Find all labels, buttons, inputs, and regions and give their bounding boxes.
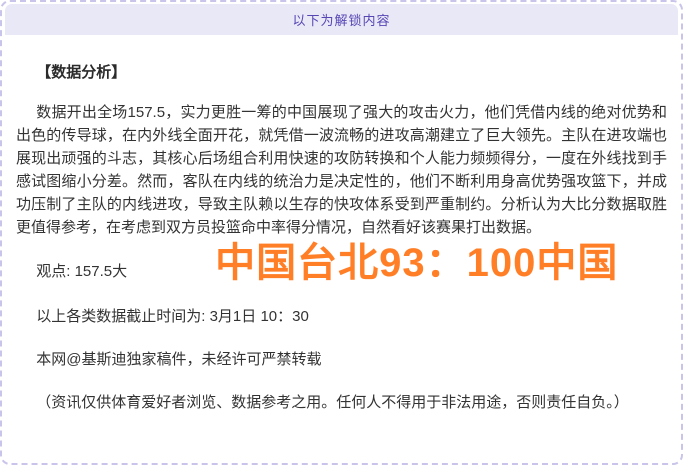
score-highlight: 中国台北93：100中国 [215,243,618,283]
viewpoint-row: 观点: 157.5大 中国台北93：100中国 [16,243,667,292]
unlock-banner: 以下为解锁内容 [5,4,678,35]
article-content: 【数据分析】 数据开出全场157.5，实力更胜一筹的中国展现了强大的攻击火力，他… [2,61,681,414]
unlock-banner-label: 以下为解锁内容 [292,10,390,29]
section-title: 【数据分析】 [16,61,667,84]
copyright-text: 本网@基斯迪独家稿件，未经许可严禁转载 [16,348,667,371]
analysis-paragraph: 数据开出全场157.5，实力更胜一筹的中国展现了强大的攻击火力，他们凭借内线的绝… [16,101,667,239]
disclaimer-text: （资讯仅供体育爱好者浏览、数据参考之用。任何人不得用于非法用途，否则责任自负。） [16,391,667,414]
viewpoint-label: 观点: 157.5大 [36,263,127,280]
unlocked-content-panel: 以下为解锁内容 【数据分析】 数据开出全场157.5，实力更胜一筹的中国展现了强… [0,0,683,465]
deadline-text: 以上各类数据截止时间为: 3月1日 10：30 [16,305,667,328]
